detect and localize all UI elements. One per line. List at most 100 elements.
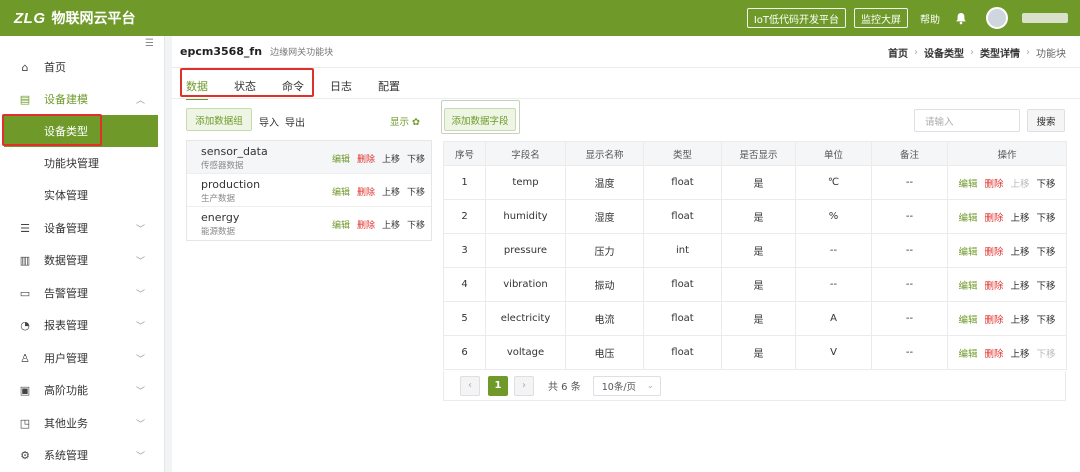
move-up-link[interactable]: 上移 xyxy=(1011,346,1030,360)
move-down-link[interactable]: 下移 xyxy=(1037,346,1056,360)
logo[interactable]: ZLG 物联网云平台 xyxy=(0,8,136,28)
edit-link[interactable]: 编辑 xyxy=(958,244,977,258)
move-down-link[interactable]: 下移 xyxy=(407,218,425,231)
search-button[interactable]: 搜索 xyxy=(1027,109,1065,132)
chevron-down-icon: ﹀ xyxy=(135,321,145,332)
delete-link[interactable]: 删除 xyxy=(357,152,375,165)
sidebar-item-other-business[interactable]: ◳ 其他业务 ﹀ xyxy=(0,407,165,439)
group-desc: 传感器数据 xyxy=(201,161,244,171)
bell-icon[interactable] xyxy=(954,11,968,25)
move-up-link[interactable]: 上移 xyxy=(382,185,400,198)
table-row[interactable]: 5 electricity 电流 float 是 A -- 编辑 删除 上移 下移 xyxy=(443,301,1067,336)
prev-page-button[interactable]: ‹ xyxy=(460,375,480,396)
move-up-link[interactable]: 上移 xyxy=(1011,210,1030,224)
add-data-field-button[interactable]: 添加数据字段 xyxy=(444,108,516,131)
field-name-cell: temp xyxy=(485,165,566,200)
add-data-group-button[interactable]: 添加数据组 xyxy=(186,108,252,131)
import-link[interactable]: 导入 xyxy=(259,114,279,129)
sidebar-item-entity-mgmt[interactable]: 实体管理 xyxy=(0,179,165,211)
move-down-link[interactable]: 下移 xyxy=(407,152,425,165)
sidebar-item-device-mgmt[interactable]: ☰ 设备管理 ﹀ xyxy=(0,212,165,244)
is-visible-cell: 是 xyxy=(721,199,796,234)
delete-link[interactable]: 删除 xyxy=(984,278,1003,292)
lowcode-platform-button[interactable]: IoT低代码开发平台 xyxy=(746,8,846,28)
move-down-link[interactable]: 下移 xyxy=(1037,312,1056,326)
move-down-link[interactable]: 下移 xyxy=(1037,210,1056,224)
list-item[interactable]: production 生产数据 编辑 删除 上移 下移 xyxy=(187,174,431,207)
breadcrumb-separator: › xyxy=(1026,46,1030,58)
display-name-cell: 电压 xyxy=(565,335,644,370)
delete-link[interactable]: 删除 xyxy=(984,244,1003,258)
page-number-current[interactable]: 1 xyxy=(488,375,508,396)
move-up-link[interactable]: 上移 xyxy=(1011,244,1030,258)
edit-link[interactable]: 编辑 xyxy=(332,185,350,198)
sidebar-item-home[interactable]: ⌂ 首页 xyxy=(0,51,165,83)
toolbox-icon: ▣ xyxy=(19,383,31,397)
sidebar-item-advanced[interactable]: ▣ 高阶功能 ﹀ xyxy=(0,374,165,406)
sidebar-item-alarm-mgmt[interactable]: ▭ 告警管理 ﹀ xyxy=(0,277,165,309)
edit-link[interactable]: 编辑 xyxy=(958,176,977,190)
export-link[interactable]: 导出 xyxy=(285,114,305,129)
collapse-menu-icon[interactable]: ☰ xyxy=(145,38,154,49)
tab-data[interactable]: 数据 xyxy=(186,78,208,100)
table-row[interactable]: 3 pressure 压力 int 是 -- -- 编辑 删除 上移 下移 xyxy=(443,233,1067,268)
field-name-cell: humidity xyxy=(485,199,566,234)
delete-link[interactable]: 删除 xyxy=(984,210,1003,224)
delete-link[interactable]: 删除 xyxy=(357,218,375,231)
sidebar-item-user-mgmt[interactable]: ♙ 用户管理 ﹀ xyxy=(0,342,165,374)
table-row[interactable]: 2 humidity 湿度 float 是% -- 编辑 删除 上移 下移 xyxy=(443,199,1067,234)
sidebar-item-device-type[interactable]: 设备类型 xyxy=(4,115,158,147)
search-input[interactable]: 请输入 xyxy=(914,109,1020,132)
delete-link[interactable]: 删除 xyxy=(984,346,1003,360)
edit-link[interactable]: 编辑 xyxy=(332,152,350,165)
table-row[interactable]: 1 temp 温度 float 是 ℃ -- 编辑 删除 上移 下移 xyxy=(443,165,1067,200)
breadcrumb-device-type[interactable]: 设备类型 xyxy=(924,45,964,60)
page-size-select[interactable]: 10条/页 ⌄ xyxy=(592,375,661,396)
sidebar-item-data-mgmt[interactable]: ▥ 数据管理 ﹀ xyxy=(0,244,165,276)
edit-link[interactable]: 编辑 xyxy=(332,218,350,231)
list-item[interactable]: sensor_data 传感器数据 编辑 删除 上移 下移 xyxy=(187,141,431,174)
delete-link[interactable]: 删除 xyxy=(984,176,1003,190)
table-row[interactable]: 6 voltage 电压 float 是 V -- 编辑 删除 上移 下移 xyxy=(443,335,1067,370)
sidebar-item-device-modeling[interactable]: ▤ 设备建模 ︿ xyxy=(0,83,165,115)
move-up-link[interactable]: 上移 xyxy=(382,152,400,165)
move-down-link[interactable]: 下移 xyxy=(1037,244,1056,258)
show-toggle-link[interactable]: 显示 ✿ xyxy=(390,114,420,128)
group-desc: 能源数据 xyxy=(201,227,236,237)
sidebar-item-function-block-mgmt[interactable]: 功能块管理 xyxy=(0,147,165,179)
unit-cell: % xyxy=(795,199,872,234)
monitor-dashboard-button[interactable]: 监控大屏 xyxy=(854,8,908,28)
avatar[interactable] xyxy=(986,7,1008,29)
move-up-link[interactable]: 上移 xyxy=(1011,312,1030,326)
edit-link[interactable]: 编辑 xyxy=(958,346,977,360)
tab-config[interactable]: 配置 xyxy=(378,78,400,94)
top-bar: ZLG 物联网云平台 IoT低代码开发平台 监控大屏 帮助 xyxy=(0,0,1080,36)
move-up-link[interactable]: 上移 xyxy=(382,218,400,231)
edit-link[interactable]: 编辑 xyxy=(958,312,977,326)
move-down-link[interactable]: 下移 xyxy=(1037,176,1056,190)
move-down-link[interactable]: 下移 xyxy=(1037,278,1056,292)
tab-log[interactable]: 日志 xyxy=(330,78,352,94)
delete-link[interactable]: 删除 xyxy=(357,185,375,198)
display-name-cell: 电流 xyxy=(565,301,644,336)
sidebar-item-report-mgmt[interactable]: ◔ 报表管理 ﹀ xyxy=(0,309,165,341)
delete-link[interactable]: 删除 xyxy=(984,312,1003,326)
breadcrumb-type-detail[interactable]: 类型详情 xyxy=(980,45,1020,60)
next-page-button[interactable]: › xyxy=(514,375,534,396)
actions-cell: 编辑 删除 上移 下移 xyxy=(947,233,1067,268)
tab-command[interactable]: 命令 xyxy=(282,78,304,94)
move-down-link[interactable]: 下移 xyxy=(407,185,425,198)
actions-cell: 编辑 删除 上移 下移 xyxy=(947,199,1067,234)
help-link[interactable]: 帮助 xyxy=(920,11,940,26)
breadcrumb-home[interactable]: 首页 xyxy=(888,45,908,60)
sidebar-item-system-mgmt[interactable]: ⚙ 系统管理 ﹀ xyxy=(0,439,165,471)
list-item[interactable]: energy 能源数据 编辑 删除 上移 下移 xyxy=(187,207,431,240)
edit-link[interactable]: 编辑 xyxy=(958,278,977,292)
tab-status[interactable]: 状态 xyxy=(234,78,256,94)
table-row[interactable]: 4 vibration 振动 float 是 -- -- 编辑 删除 上移 下移 xyxy=(443,267,1067,302)
move-up-link[interactable]: 上移 xyxy=(1011,176,1030,190)
username-blurred[interactable] xyxy=(1022,13,1068,23)
edit-link[interactable]: 编辑 xyxy=(958,210,977,224)
move-up-link[interactable]: 上移 xyxy=(1011,278,1030,292)
breadcrumb-separator: › xyxy=(914,46,918,58)
